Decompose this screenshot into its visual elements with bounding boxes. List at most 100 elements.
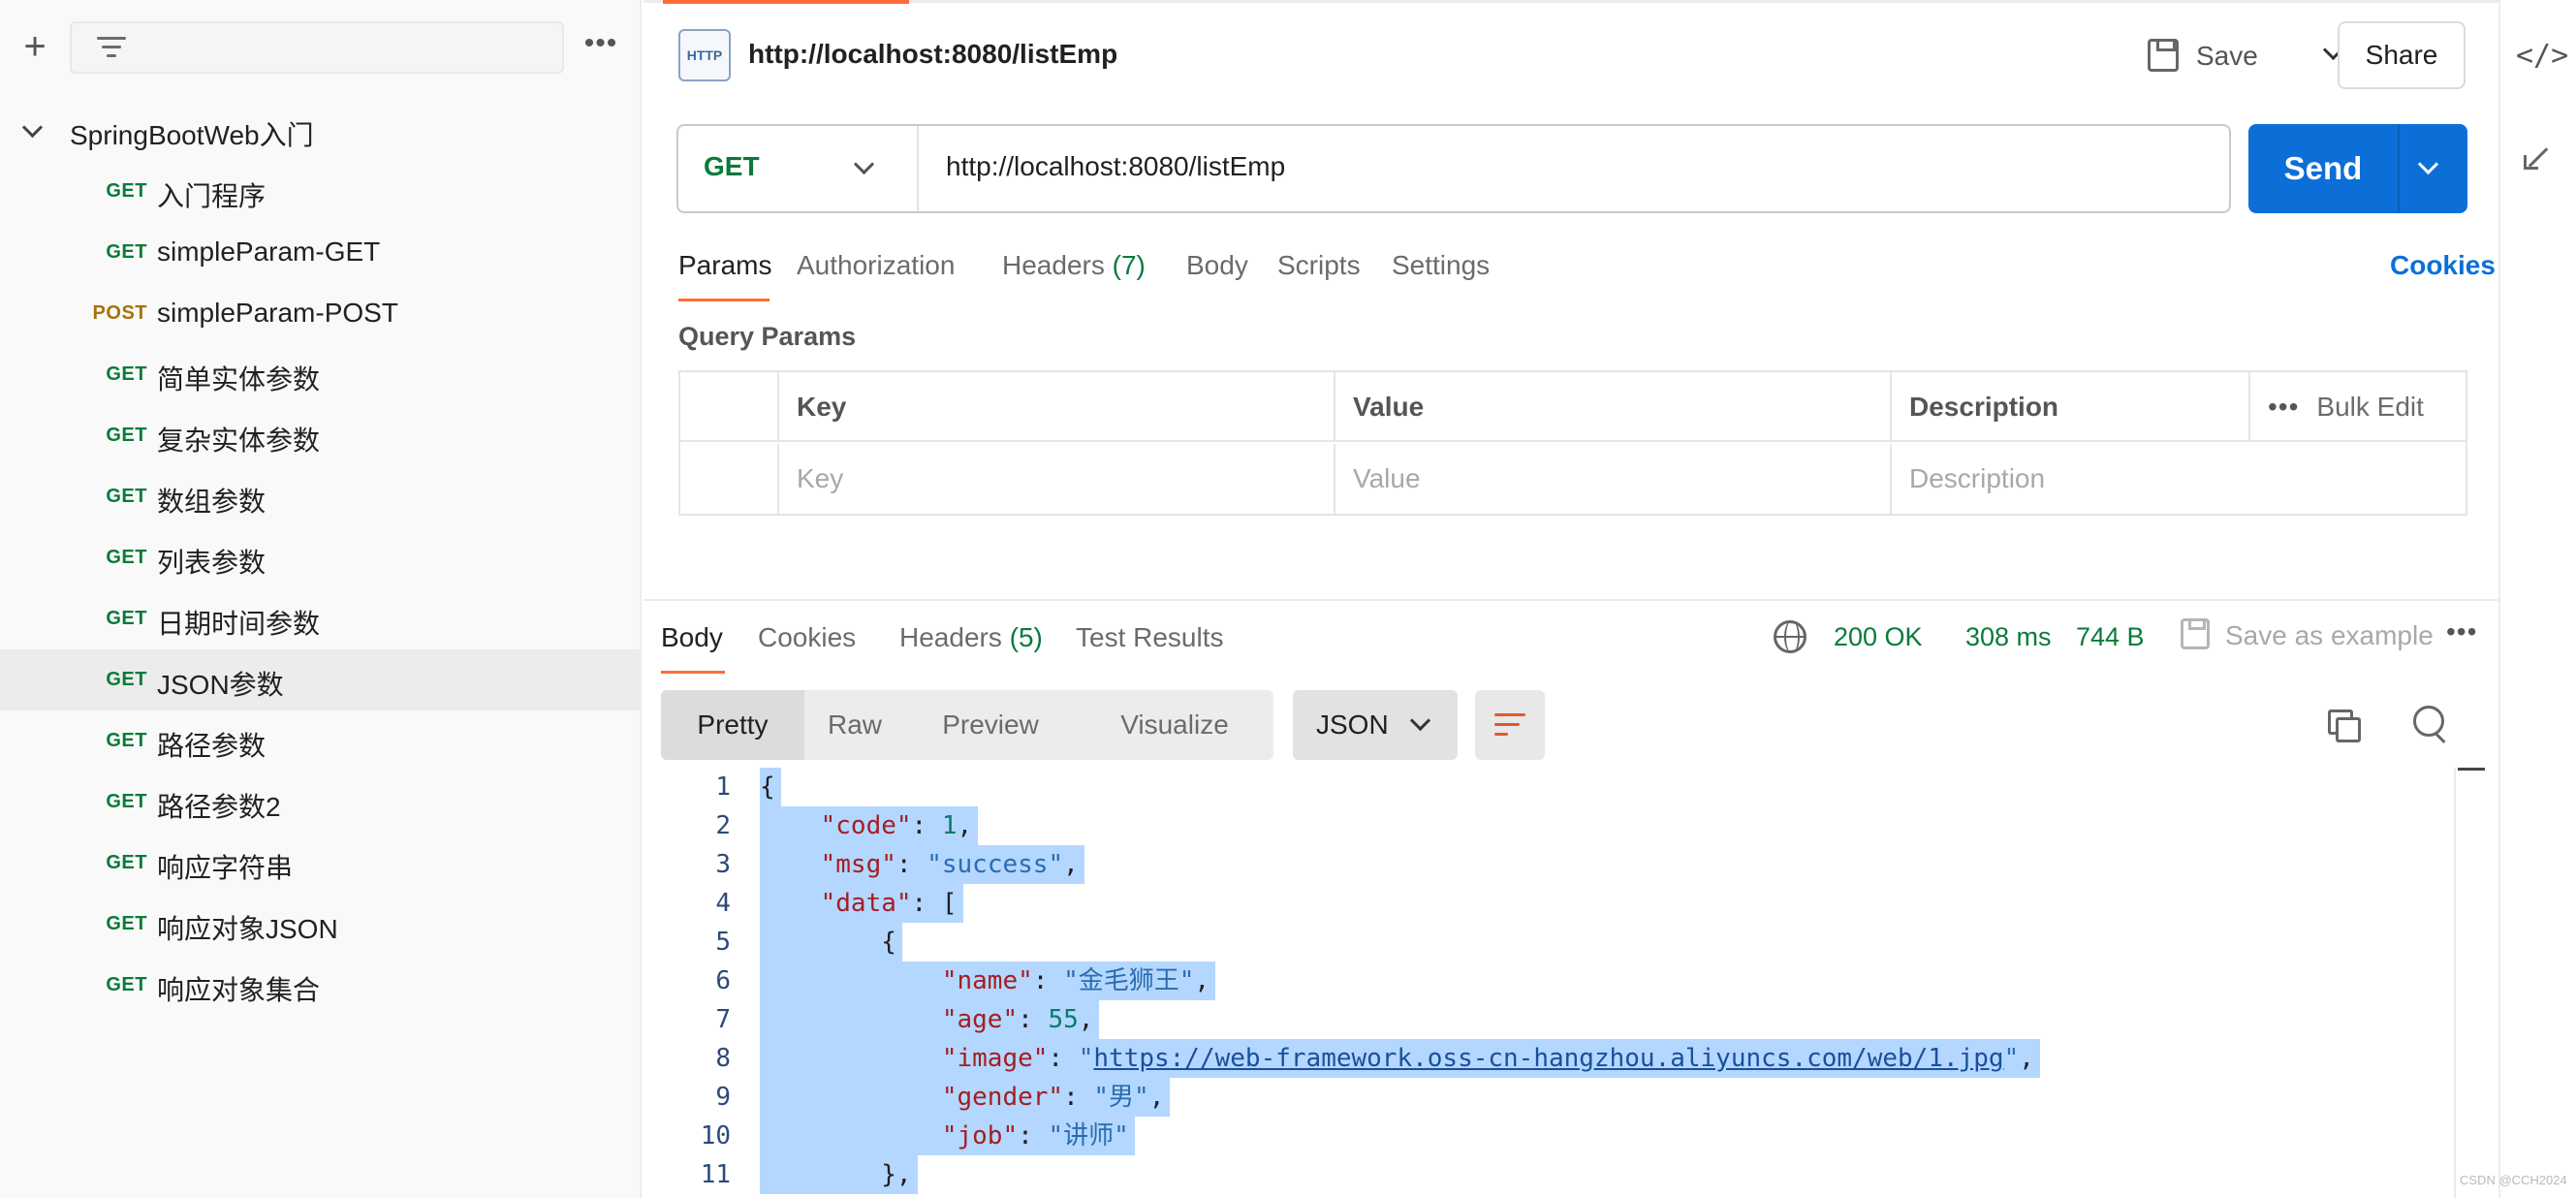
more-icon[interactable]: ••• — [583, 29, 618, 64]
bulk-edit-button[interactable]: Bulk Edit — [2316, 392, 2424, 422]
tab-params[interactable]: Params — [678, 250, 771, 281]
request-panel: HTTP http://localhost:8080/listEmp Save … — [644, 0, 2498, 1198]
tab-headers[interactable]: Headers (7) — [1002, 250, 1146, 281]
request-name: JSON参数 — [157, 670, 284, 700]
sidebar-request-item[interactable]: GET 简单实体参数 — [0, 344, 642, 405]
sidebar-request-item[interactable]: GET simpleParam-GET — [0, 222, 642, 283]
sidebar-toolbar: + ••• — [0, 0, 642, 97]
key-input[interactable]: Key — [777, 444, 1334, 514]
image-url-link[interactable]: https://web-framework.oss-cn-hangzhou.al… — [1093, 1044, 2003, 1073]
send-button[interactable]: Send — [2248, 124, 2398, 213]
request-method-badge: GET — [106, 791, 147, 812]
json-token: : — [911, 811, 942, 840]
description-input[interactable]: Description — [1890, 444, 2466, 514]
sidebar-request-item[interactable]: GET 路径参数 — [0, 710, 642, 772]
tab-authorization[interactable]: Authorization — [797, 250, 955, 281]
response-tab-test-results[interactable]: Test Results — [1076, 622, 1224, 653]
request-title[interactable]: http://localhost:8080/listEmp — [748, 39, 1117, 70]
selected-code: "name": "金毛狮王", — [760, 962, 1216, 1000]
description-column-header: Description — [1890, 372, 2248, 442]
response-body-editor[interactable]: 1{2 "code": 1, 3 "msg": "success", 4 "data… — [661, 768, 2454, 1198]
wrap-icon[interactable] — [1475, 690, 1545, 760]
response-tab-cookies[interactable]: Cookies — [758, 622, 856, 653]
sidebar-request-item[interactable]: GET 响应对象集合 — [0, 955, 642, 1016]
active-tab-underline — [661, 671, 725, 674]
sidebar-request-item[interactable]: GET 路径参数2 — [0, 772, 642, 833]
sidebar-request-item[interactable]: GET JSON参数 — [0, 649, 642, 710]
request-name: 路径参数 — [157, 731, 267, 761]
sidebar-request-item[interactable]: GET 列表参数 — [0, 527, 642, 588]
cookies-link[interactable]: Cookies — [2390, 250, 2496, 281]
json-token: }, — [881, 1160, 912, 1189]
code-text: }, — [760, 1155, 918, 1194]
tab-scripts[interactable]: Scripts — [1277, 250, 1361, 281]
json-token: : — [1032, 966, 1064, 995]
request-header: HTTP http://localhost:8080/listEmp Save … — [644, 19, 2498, 95]
request-method-badge: GET — [106, 486, 147, 507]
sidebar-request-item[interactable]: GET 响应对象JSON — [0, 894, 642, 955]
view-visualize[interactable]: Visualize — [1076, 690, 1273, 760]
save-as-example-button[interactable]: Save as example — [2225, 620, 2434, 651]
sidebar-request-item[interactable]: GET 数组参数 — [0, 466, 642, 527]
format-select[interactable]: JSON — [1293, 690, 1458, 760]
response-size[interactable]: 744 B — [2076, 622, 2145, 652]
chevron-down-icon[interactable] — [21, 118, 45, 142]
collection-springbootweb[interactable]: SpringBootWeb入门 — [0, 99, 642, 161]
filter-input[interactable] — [70, 21, 564, 74]
send-divider — [2398, 124, 2400, 213]
active-tab-indicator — [663, 0, 909, 4]
json-token: "data" — [820, 889, 912, 918]
method-select[interactable]: GET — [678, 126, 919, 211]
request-method-badge: GET — [106, 241, 147, 263]
value-input[interactable]: Value — [1334, 444, 1890, 514]
plus-icon[interactable]: + — [17, 27, 52, 66]
request-method-badge: GET — [106, 363, 147, 385]
line-number: 1 — [715, 772, 731, 802]
view-preview[interactable]: Preview — [905, 690, 1076, 760]
tab-settings[interactable]: Settings — [1392, 250, 1490, 281]
globe-icon[interactable] — [1774, 620, 1806, 653]
request-method-badge: GET — [106, 913, 147, 934]
url-input[interactable]: http://localhost:8080/listEmp — [946, 151, 1285, 182]
code-icon[interactable]: </> — [2516, 39, 2568, 73]
editor-scrollbar[interactable] — [2454, 768, 2485, 1198]
row-checkbox-cell — [680, 444, 777, 514]
copy-icon[interactable] — [2328, 709, 2361, 742]
code-text: "gender": "男", — [760, 1078, 1171, 1117]
json-token: " — [1078, 1044, 1094, 1073]
share-button[interactable]: Share — [2338, 21, 2466, 89]
response-time[interactable]: 308 ms — [1965, 622, 2052, 652]
json-token: "讲师" — [1048, 1121, 1129, 1151]
response-divider[interactable] — [644, 599, 2498, 601]
send-options-chevron-icon[interactable] — [2413, 155, 2442, 184]
tab-body[interactable]: Body — [1186, 250, 1248, 281]
collapse-icon[interactable] — [2522, 143, 2551, 173]
line-number: 6 — [715, 966, 731, 995]
sidebar-request-item[interactable]: POST simpleParam-POST — [0, 283, 642, 344]
view-pretty[interactable]: Pretty — [661, 690, 804, 760]
save-button[interactable]: Save — [2142, 21, 2371, 89]
json-token: : — [1018, 1121, 1049, 1151]
response-tab-headers[interactable]: Headers (5) — [899, 622, 1043, 653]
response-tab-body[interactable]: Body — [661, 622, 723, 653]
sidebar-request-item[interactable]: GET 日期时间参数 — [0, 588, 642, 649]
code-text: "job": "讲师" — [760, 1117, 1135, 1155]
save-icon — [2148, 39, 2179, 72]
view-raw[interactable]: Raw — [804, 690, 905, 760]
status-code[interactable]: 200 OK — [1834, 622, 1923, 652]
sidebar-request-item[interactable]: GET 响应字符串 — [0, 833, 642, 894]
code-text: "code": 1, — [760, 806, 979, 845]
sidebar: + ••• SpringBootWeb入门 GET 入门程序 GET simplePa… — [0, 0, 642, 1198]
request-method-badge: GET — [106, 547, 147, 568]
more-icon[interactable]: ••• — [2446, 616, 2477, 647]
request-method-badge: GET — [106, 974, 147, 995]
sidebar-request-item[interactable]: GET 复杂实体参数 — [0, 405, 642, 466]
code-line: 4 "data": [ — [661, 884, 2454, 923]
json-token: "name" — [941, 966, 1033, 995]
more-icon[interactable]: ••• — [2268, 392, 2299, 422]
search-icon[interactable] — [2413, 706, 2448, 741]
sidebar-request-item[interactable]: GET 入门程序 — [0, 161, 642, 222]
